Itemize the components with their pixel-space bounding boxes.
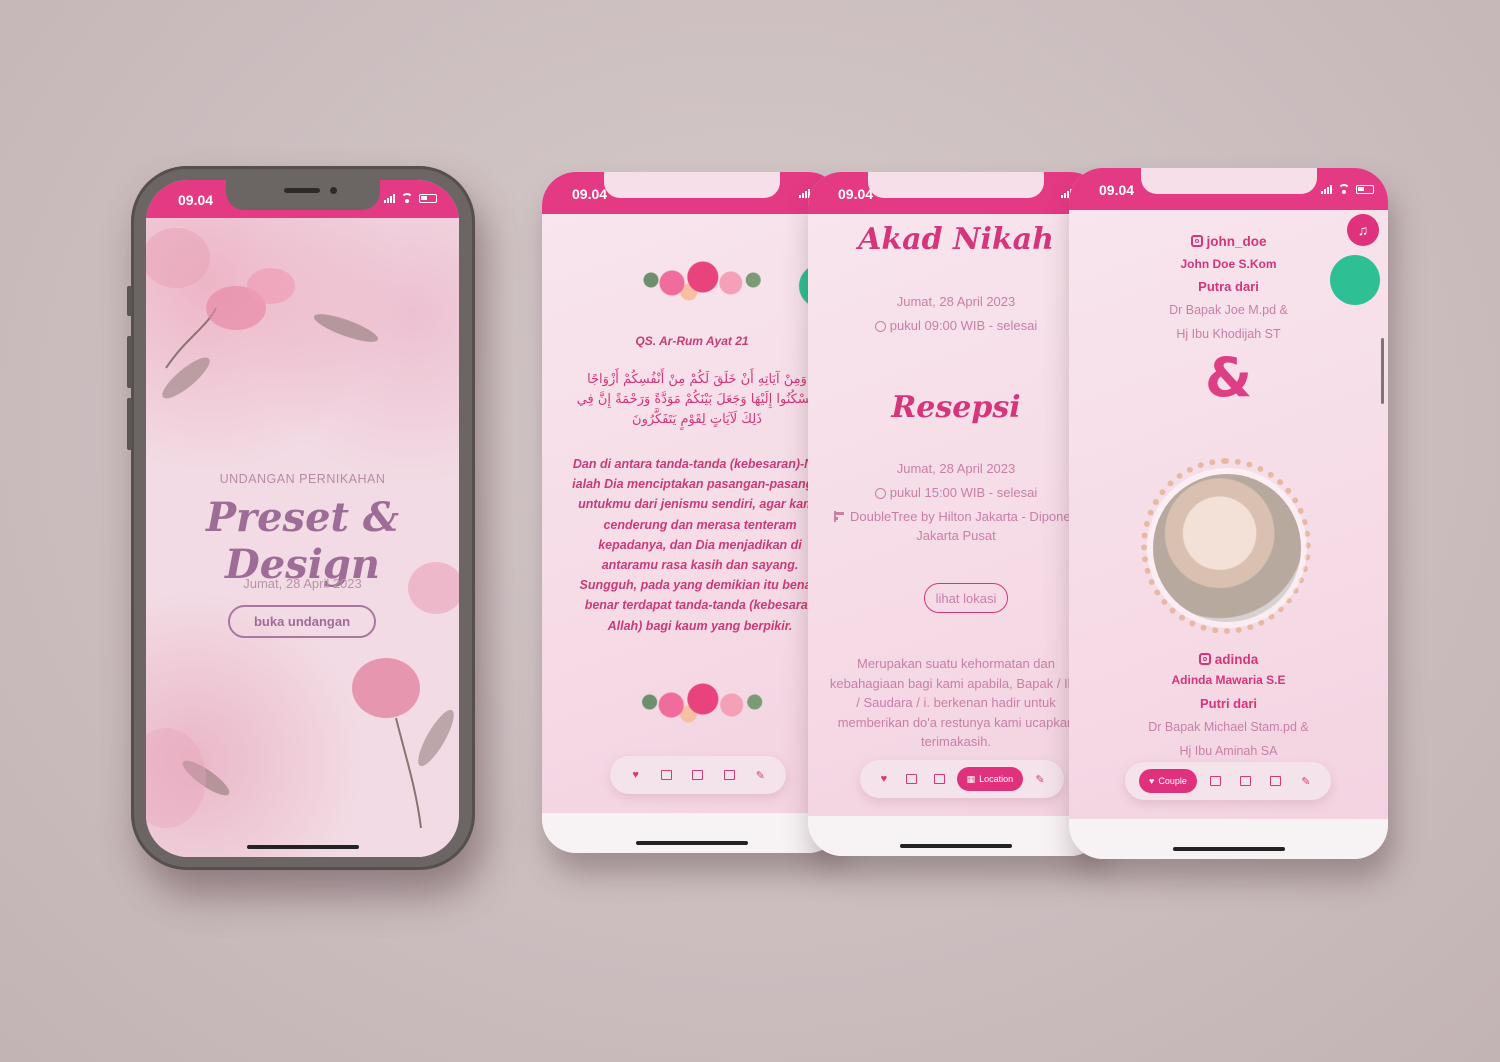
akad-date: Jumat, 28 April 2023 [896,294,1016,309]
battery-icon [1356,184,1374,194]
status-time: 09.04 [178,192,214,208]
groom-instagram[interactable]: john_doe [1207,234,1267,249]
nav-location-tab[interactable]: ▦ Location [956,767,1024,791]
bride-child-of: Putri dari [1199,696,1258,711]
calendar-icon[interactable] [1235,770,1257,792]
ampersand: & [1204,346,1253,409]
notch [225,180,380,210]
invitation-label: UNDANGAN PERNIKAHAN [219,472,386,486]
flower-bouquet-bottom [628,672,772,732]
cover-screen: 09.04 UNDANGAN PERNIKAHAN Preset & Desig… [146,180,459,857]
flower-bouquet-top [630,250,770,310]
notch [868,172,1044,198]
groom-child-of: Putra dari [1198,279,1259,294]
status-time: 09.04 [572,186,608,202]
nav-couple-tab[interactable]: ♥ Couple [1139,769,1197,793]
bride-photo [1153,474,1301,622]
home-indicator [900,844,1012,848]
side-button [127,336,132,388]
bottom-nav: ♥ ✎ [610,756,786,794]
instagram-icon [1198,653,1211,665]
instagram-icon [1190,235,1203,247]
status-time: 09.04 [1099,182,1135,198]
map-icon: ▦ [966,773,976,784]
verse-reference: QS. Ar-Rum Ayat 21 [635,334,749,348]
gallery-icon[interactable] [901,768,923,790]
notch [604,172,780,198]
bride-mother: Hj Ibu Aminah SA [1179,744,1278,758]
side-button [127,398,132,450]
bottom-nav: ♥ Couple ✎ [1125,762,1331,800]
couple-screen: 09.04 ♫ john_doe John Doe S.Kom Putra da… [1069,168,1388,859]
edit-icon[interactable]: ✎ [749,764,771,786]
cover-title: Preset & Design [205,494,400,588]
signal-icon [1321,184,1332,194]
calendar-icon[interactable] [687,764,709,786]
calendar-icon[interactable] [929,768,951,790]
cover-date: Jumat, 28 April 2023 [243,576,362,591]
open-invitation-button[interactable]: buka undangan [228,605,376,638]
groom-name: John Doe S.Kom [1180,257,1277,271]
home-indicator [636,841,748,845]
groom-mother: Hj Ibu Khodijah ST [1176,327,1281,341]
bride-father: Dr Bapak Michael Stam.pd & [1148,720,1309,734]
map-icon[interactable] [1265,770,1287,792]
signpost-icon [834,511,846,522]
quran-screen: 09.04 QS. Ar-Rum Ayat 21 وَمِنْ آيَاتِهِ… [542,172,842,853]
home-indicator [246,845,359,849]
clock-icon [874,488,886,499]
resepsi-title: Resepsi [891,390,1021,425]
edit-icon[interactable]: ✎ [1029,768,1051,790]
resepsi-time: pukul 15:00 WIB - selesai [889,485,1038,500]
groom-father: Dr Bapak Joe M.pd & [1169,303,1288,317]
side-button [127,286,132,316]
bride-instagram[interactable]: adinda [1215,652,1259,667]
home-indicator [1172,847,1285,851]
notch [1140,168,1317,194]
heart-icon[interactable]: ♥ [873,768,895,790]
verse-translation: Dan di antara tanda-tanda (kebesaran)-Ny… [572,457,828,633]
akad-time: pukul 09:00 WIB - selesai [889,318,1038,333]
gallery-icon[interactable] [1205,770,1227,792]
resepsi-date: Jumat, 28 April 2023 [896,461,1016,476]
status-time: 09.04 [838,186,874,202]
signal-icon [384,193,395,203]
event-screen: 09.04 Akad Nikah Jumat, 28 April 2023 pu… [808,172,1104,856]
edit-icon[interactable]: ✎ [1295,770,1317,792]
venue-name: DoubleTree by Hilton Jakarta - Diponegor… [850,509,1097,524]
bottom-nav: ♥ ▦ Location ✎ [860,760,1064,798]
wifi-icon [1338,184,1350,194]
venue-city: Jakarta Pusat [916,528,996,543]
map-icon[interactable] [718,764,740,786]
gallery-icon[interactable] [656,764,678,786]
akad-title: Akad Nikah [858,222,1054,257]
bride-name: Adinda Mawaria S.E [1171,673,1286,687]
view-location-button[interactable]: lihat lokasi [924,583,1008,613]
battery-icon [419,193,437,203]
arabic-verse: وَمِنْ آيَاتِهِ أَنْ خَلَقَ لَكُمْ مِنْ … [576,372,818,427]
wifi-icon [401,193,413,203]
floral-background: UNDANGAN PERNIKAHAN Preset & Design Juma… [146,218,459,857]
clock-icon [874,321,886,332]
closing-message: Merupakan suatu kehormatan dan kebahagia… [829,656,1083,749]
heart-icon: ♥ [1149,776,1155,786]
heart-icon[interactable]: ♥ [625,764,647,786]
